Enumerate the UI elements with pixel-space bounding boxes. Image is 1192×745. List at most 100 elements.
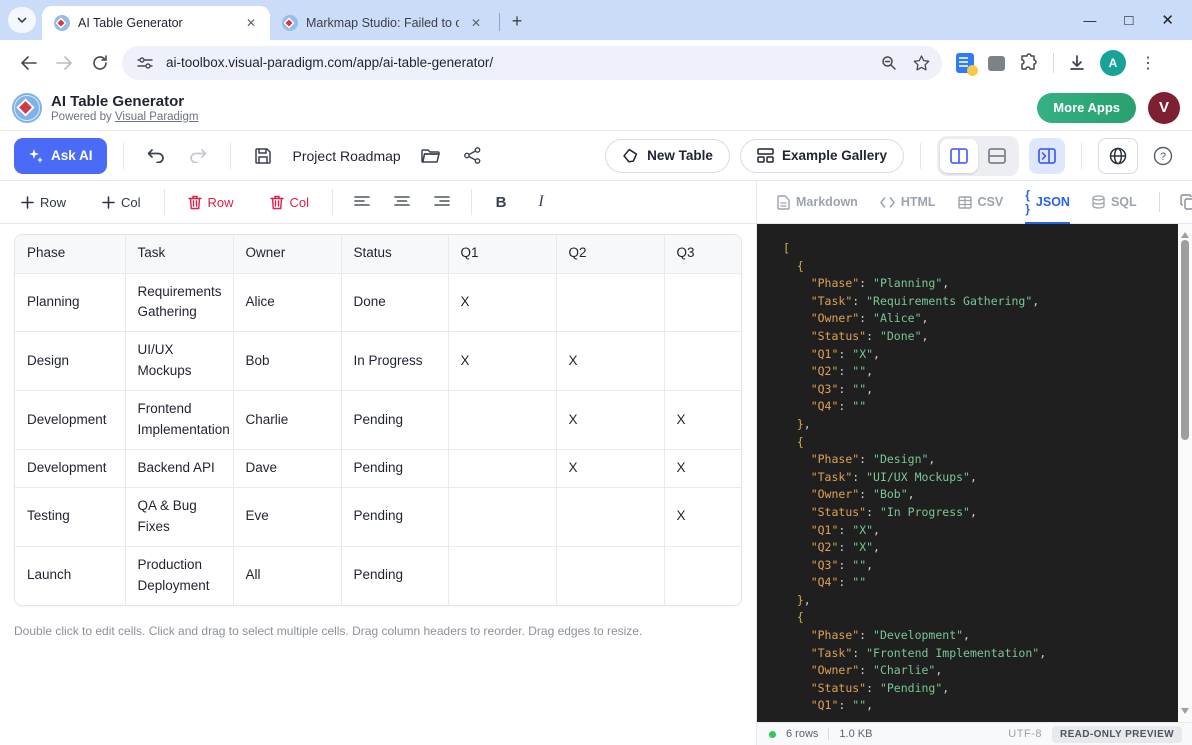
help-button[interactable]: ? <box>1148 141 1178 171</box>
downloads-icon[interactable] <box>1068 54 1086 72</box>
url-text[interactable]: ai-toolbox.visual-paradigm.com/app/ai-ta… <box>166 55 868 70</box>
table-cell[interactable]: Alice <box>233 273 341 332</box>
tab-json[interactable]: { } JSON <box>1025 181 1070 224</box>
delete-col-button[interactable]: Col <box>261 187 319 217</box>
reload-button[interactable] <box>86 49 114 77</box>
zoom-icon[interactable] <box>878 52 900 74</box>
reading-extension-icon[interactable] <box>956 53 974 73</box>
column-header[interactable]: Status <box>341 235 448 273</box>
column-header[interactable]: Q1 <box>448 235 556 273</box>
more-apps-button[interactable]: More Apps <box>1037 93 1136 123</box>
table-cell[interactable]: Done <box>341 273 448 332</box>
table-cell[interactable] <box>664 332 742 391</box>
code-scrollbar[interactable] <box>1178 224 1192 722</box>
new-tab-button[interactable]: + <box>504 8 530 34</box>
column-header[interactable]: Task <box>125 235 233 273</box>
tab-search-button[interactable] <box>8 7 36 33</box>
table-cell[interactable]: Design <box>15 332 125 391</box>
visual-paradigm-link[interactable]: Visual Paradigm <box>115 111 199 123</box>
table-cell[interactable]: X <box>448 332 556 391</box>
table-cell[interactable]: Launch <box>15 546 125 604</box>
align-left-button[interactable] <box>347 187 377 217</box>
table-cell[interactable] <box>556 273 664 332</box>
table-cell[interactable] <box>448 450 556 488</box>
table-cell[interactable]: Eve <box>233 487 341 546</box>
column-header[interactable]: Phase <box>15 235 125 273</box>
scrollbar-thumb[interactable] <box>1181 240 1189 440</box>
extensions-puzzle-icon[interactable] <box>1019 53 1039 73</box>
site-settings-icon[interactable] <box>134 52 156 74</box>
table-cell[interactable] <box>448 487 556 546</box>
bookmark-star-icon[interactable] <box>910 52 932 74</box>
table-cell[interactable]: QA & Bug Fixes <box>125 487 233 546</box>
close-tab-icon[interactable]: ✕ <box>242 14 260 32</box>
column-header[interactable]: Q3 <box>664 235 742 273</box>
forward-button[interactable] <box>50 49 78 77</box>
split-vertical-option[interactable] <box>940 139 978 173</box>
table-cell[interactable]: X <box>664 391 742 450</box>
table-cell[interactable]: Testing <box>15 487 125 546</box>
table-cell[interactable] <box>448 546 556 604</box>
add-row-button[interactable]: Row <box>12 187 75 217</box>
table-cell[interactable]: Pending <box>341 546 448 604</box>
table-cell[interactable]: Development <box>15 391 125 450</box>
new-table-button[interactable]: New Table <box>605 139 730 173</box>
scrollbar-down-arrow[interactable] <box>1181 708 1189 718</box>
chat-extension-icon[interactable] <box>988 56 1005 71</box>
align-center-button[interactable] <box>387 187 417 217</box>
tab-ai-table-generator[interactable]: AI Table Generator ✕ <box>42 6 270 40</box>
tab-html[interactable]: HTML <box>880 181 936 224</box>
save-button[interactable] <box>247 140 279 172</box>
split-horizontal-option[interactable] <box>978 139 1016 173</box>
tab-sql[interactable]: SQL <box>1092 181 1137 224</box>
table-cell[interactable]: Pending <box>341 487 448 546</box>
example-gallery-button[interactable]: Example Gallery <box>740 139 904 173</box>
table-cell[interactable] <box>448 391 556 450</box>
table-cell[interactable] <box>556 487 664 546</box>
column-header[interactable]: Owner <box>233 235 341 273</box>
scrollbar-up-arrow[interactable] <box>1181 228 1189 238</box>
delete-row-button[interactable]: Row <box>179 187 243 217</box>
close-tab-icon[interactable]: ✕ <box>467 14 485 32</box>
tab-csv[interactable]: CSV <box>958 181 1004 224</box>
table-cell[interactable]: Requirements Gathering <box>125 273 233 332</box>
table-cell[interactable]: Planning <box>15 273 125 332</box>
table-cell[interactable]: Frontend Implementation <box>125 391 233 450</box>
browser-menu-icon[interactable]: ⋮ <box>1140 53 1156 73</box>
maximize-button[interactable]: □ <box>1124 12 1133 29</box>
table-cell[interactable]: Charlie <box>233 391 341 450</box>
table-cell[interactable]: X <box>664 450 742 488</box>
table-cell[interactable]: X <box>448 273 556 332</box>
ask-ai-button[interactable]: Ask AI <box>14 138 107 174</box>
language-button[interactable] <box>1098 138 1138 174</box>
table-cell[interactable]: All <box>233 546 341 604</box>
table-cell[interactable]: Bob <box>233 332 341 391</box>
align-right-button[interactable] <box>427 187 457 217</box>
table-cell[interactable]: X <box>556 332 664 391</box>
add-col-button[interactable]: Col <box>93 187 150 217</box>
undo-button[interactable] <box>140 140 172 172</box>
redo-button[interactable] <box>182 140 214 172</box>
copy-button[interactable] <box>1180 194 1192 210</box>
close-window-button[interactable]: ✕ <box>1161 11 1174 29</box>
table-cell[interactable]: X <box>556 391 664 450</box>
table-cell[interactable]: Backend API <box>125 450 233 488</box>
table-cell[interactable]: Pending <box>341 450 448 488</box>
tab-markmap-studio[interactable]: Markmap Studio: Failed to oper ✕ <box>270 6 495 40</box>
minimize-button[interactable]: — <box>1083 13 1096 28</box>
italic-button[interactable]: I <box>526 187 556 217</box>
share-button[interactable] <box>457 140 489 172</box>
table-cell[interactable] <box>664 273 742 332</box>
toggle-right-panel-button[interactable] <box>1029 138 1065 174</box>
document-title[interactable]: Project Roadmap <box>293 148 401 164</box>
open-folder-button[interactable] <box>415 140 447 172</box>
table-cell[interactable]: Pending <box>341 391 448 450</box>
table-cell[interactable]: In Progress <box>341 332 448 391</box>
column-header[interactable]: Q2 <box>556 235 664 273</box>
user-avatar[interactable]: V <box>1148 92 1180 124</box>
table-cell[interactable] <box>556 546 664 604</box>
table-cell[interactable]: UI/UX Mockups <box>125 332 233 391</box>
address-bar[interactable]: ai-toolbox.visual-paradigm.com/app/ai-ta… <box>122 46 942 80</box>
table-cell[interactable]: Dave <box>233 450 341 488</box>
back-button[interactable] <box>14 49 42 77</box>
